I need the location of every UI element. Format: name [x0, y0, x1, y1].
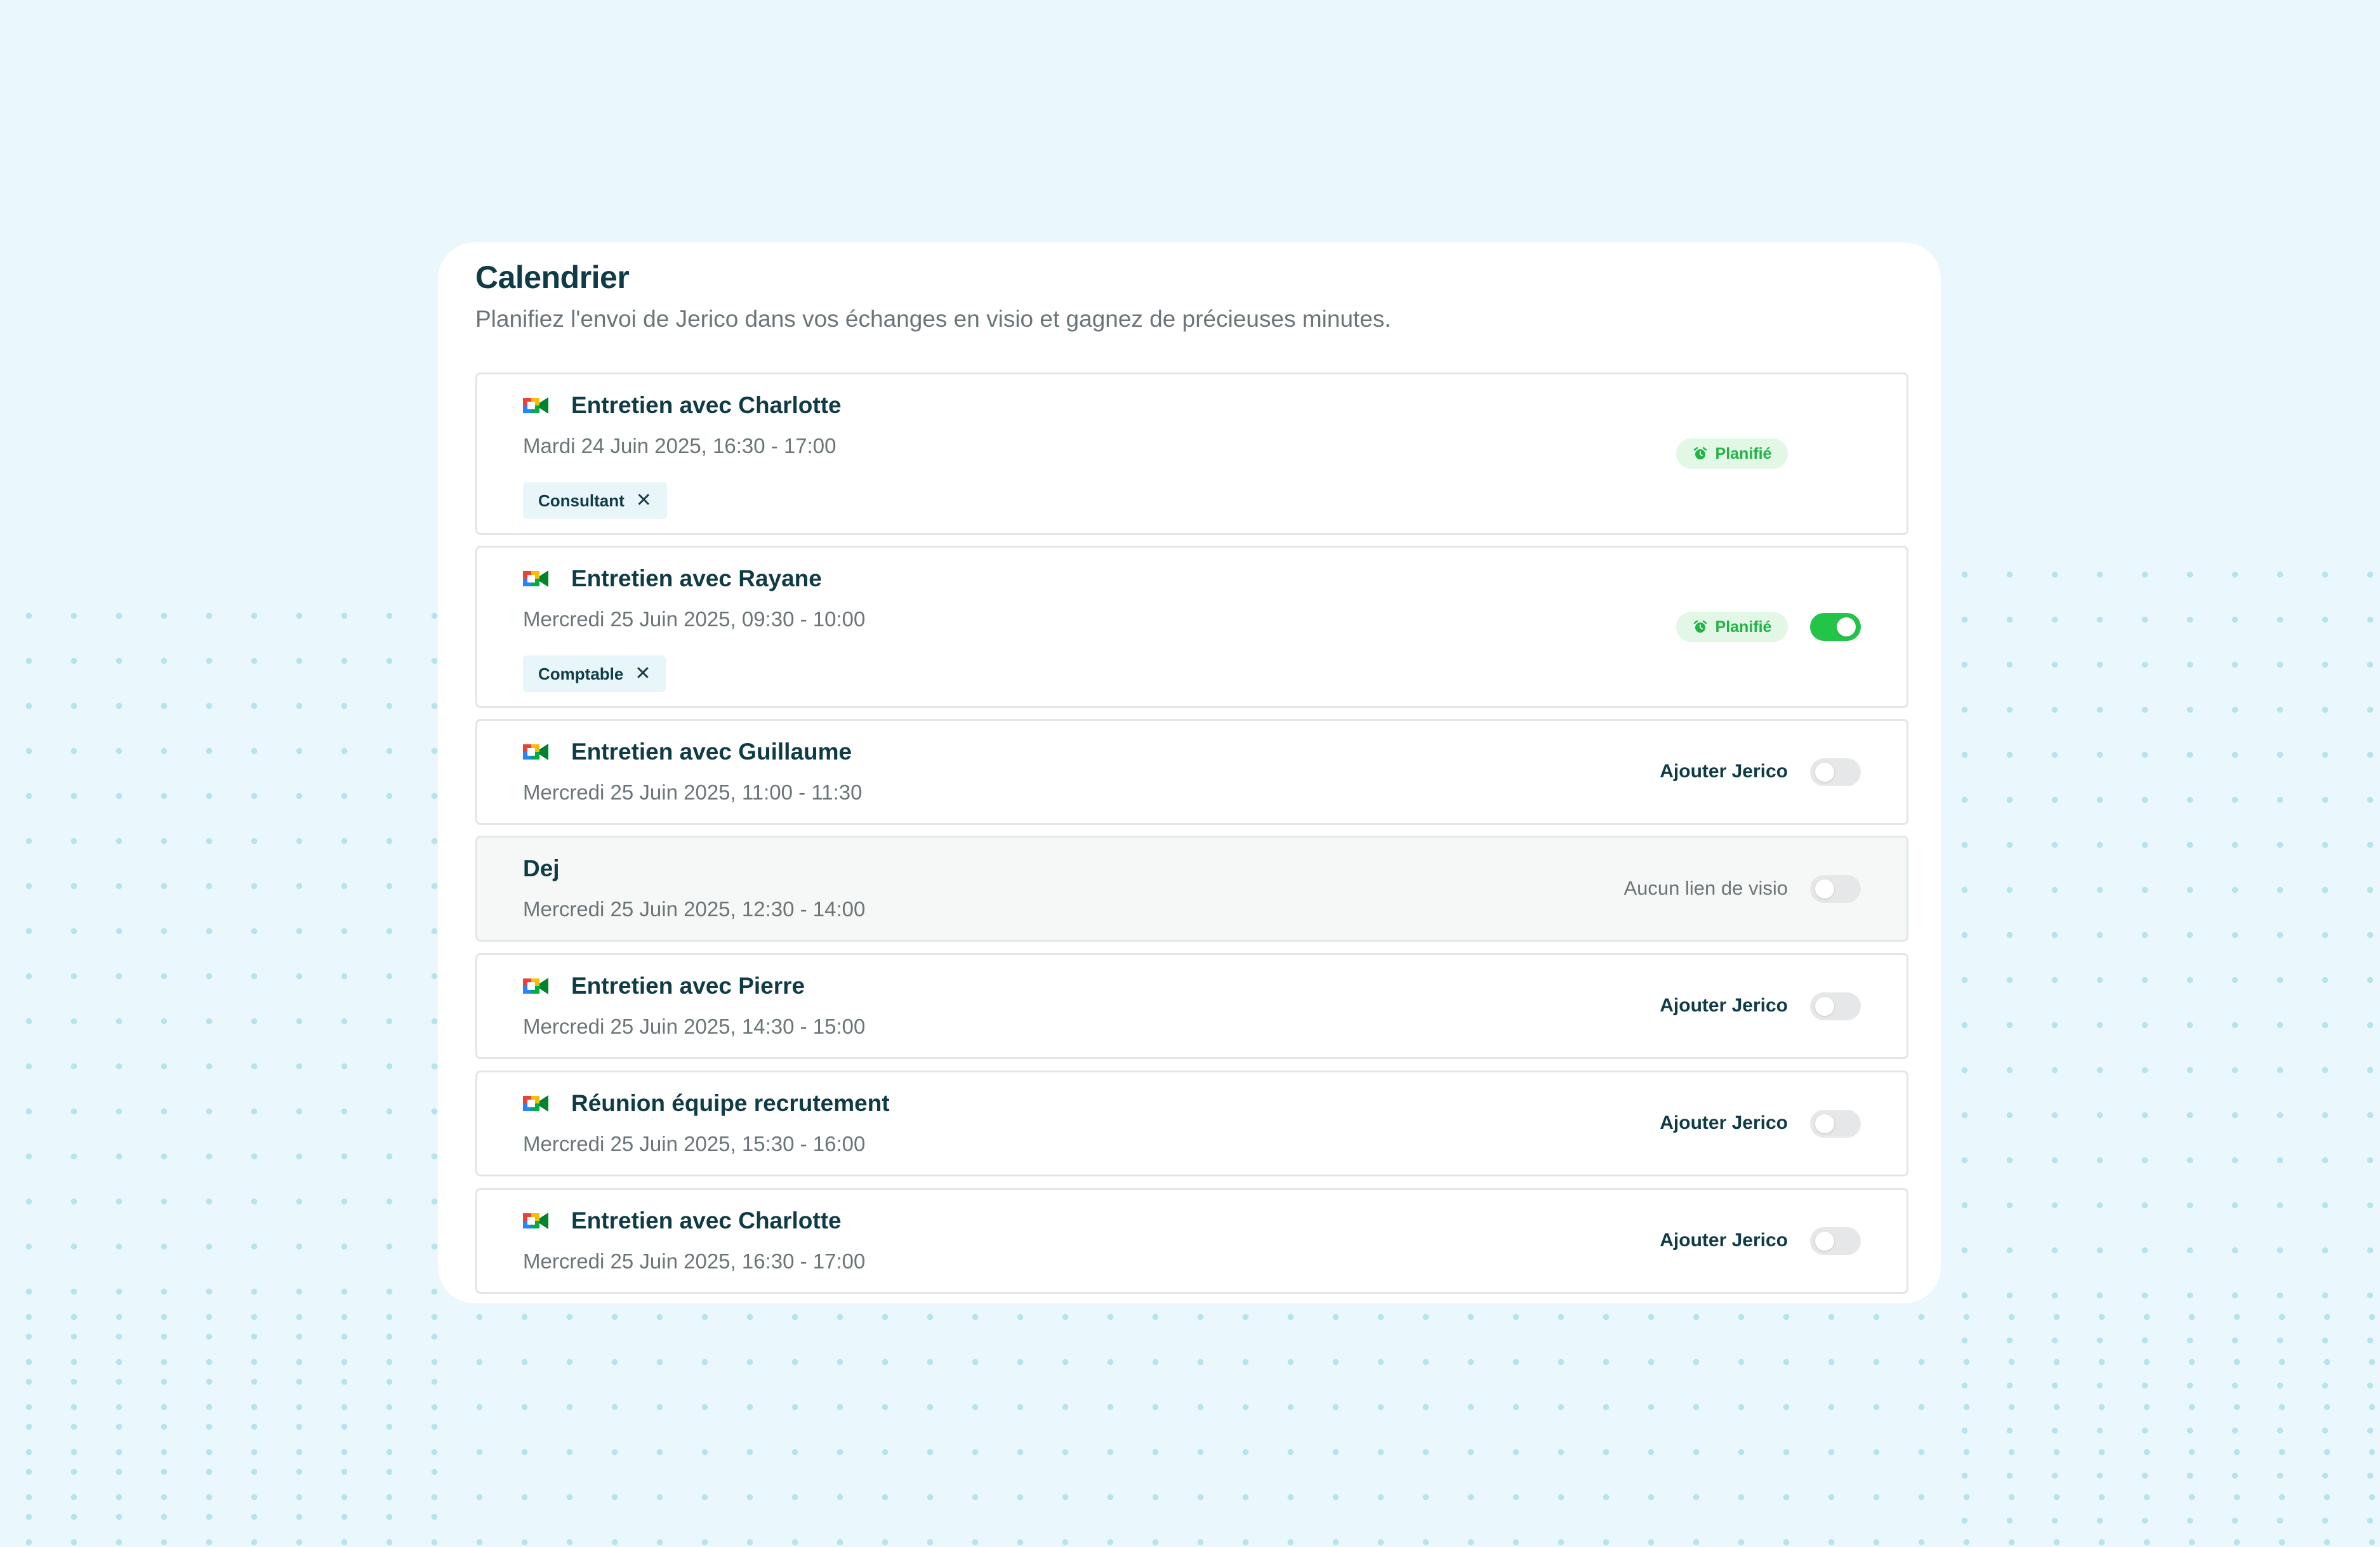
tag-label: Consultant — [538, 490, 625, 510]
event-date: Mardi 24 Juin 2025, 16:30 - 17:00 — [523, 434, 836, 458]
event-header: Dej — [523, 855, 560, 882]
event-header: Réunion équipe recrutement — [523, 1090, 890, 1117]
event-card[interactable]: Dej Mercredi 25 Juin 2025, 12:30 - 14:00… — [475, 836, 1908, 942]
google-meet-icon — [523, 744, 548, 760]
jerico-toggle[interactable] — [1810, 1110, 1861, 1138]
event-title: Entretien avec Rayane — [571, 565, 822, 591]
toggle-knob — [1815, 1114, 1834, 1133]
google-meet-icon — [523, 397, 548, 414]
event-date: Mercredi 25 Juin 2025, 14:30 - 15:00 — [523, 1015, 866, 1038]
add-jerico-label: Ajouter Jerico — [1660, 761, 1788, 782]
event-date: Mercredi 25 Juin 2025, 15:30 - 16:00 — [523, 1132, 866, 1155]
event-date: Mercredi 25 Juin 2025, 09:30 - 10:00 — [523, 607, 866, 631]
toggle-knob — [1815, 997, 1834, 1016]
page-title: Calendrier — [475, 260, 630, 295]
close-icon[interactable]: ✕ — [635, 664, 651, 683]
google-meet-icon — [523, 570, 548, 587]
google-meet-icon — [523, 978, 548, 994]
event-title: Entretien avec Charlotte — [571, 392, 842, 418]
event-title: Entretien avec Guillaume — [571, 739, 852, 765]
event-header: Entretien avec Pierre — [523, 973, 805, 999]
event-header: Entretien avec Charlotte — [523, 392, 842, 419]
alarm-clock-icon — [1693, 447, 1707, 459]
event-card[interactable]: Entretien avec Guillaume Mercredi 25 Jui… — [475, 719, 1908, 825]
event-date: Mercredi 25 Juin 2025, 12:30 - 14:00 — [523, 897, 866, 921]
calendar-card: Calendrier Planifiez l'envoi de Jerico d… — [438, 242, 1941, 1303]
event-card[interactable]: Entretien avec Pierre Mercredi 25 Juin 2… — [475, 953, 1908, 1059]
status-badge: Planifié — [1676, 612, 1788, 642]
event-header: Entretien avec Guillaume — [523, 739, 852, 765]
no-video-link-label: Aucun lien de visio — [1623, 877, 1788, 899]
role-tag: Consultant ✕ — [523, 482, 667, 519]
event-title: Dej — [523, 855, 560, 881]
event-card[interactable]: Réunion équipe recrutement Mercredi 25 J… — [475, 1070, 1908, 1176]
event-card[interactable]: Entretien avec Charlotte Mardi 24 Juin 2… — [475, 372, 1908, 535]
jerico-toggle[interactable] — [1810, 1227, 1861, 1255]
jerico-toggle[interactable] — [1810, 992, 1861, 1020]
status-badge: Planifié — [1676, 438, 1788, 469]
close-icon[interactable]: ✕ — [636, 491, 652, 510]
add-jerico-label: Ajouter Jerico — [1660, 1230, 1788, 1251]
alarm-clock-icon — [1693, 620, 1707, 633]
google-meet-icon — [523, 1095, 548, 1112]
event-title: Entretien avec Pierre — [571, 973, 805, 999]
tag-label: Comptable — [538, 664, 624, 683]
add-jerico-label: Ajouter Jerico — [1660, 995, 1788, 1016]
event-card[interactable]: Entretien avec Rayane Mercredi 25 Juin 2… — [475, 546, 1908, 708]
status-label: Planifié — [1715, 444, 1772, 463]
jerico-toggle[interactable] — [1810, 758, 1861, 786]
event-card[interactable]: Entretien avec Charlotte Mercredi 25 Jui… — [475, 1188, 1908, 1294]
toggle-knob — [1815, 1232, 1834, 1251]
page-subtitle: Planifiez l'envoi de Jerico dans vos éch… — [475, 306, 1391, 332]
status-label: Planifié — [1715, 617, 1772, 636]
event-title: Entretien avec Charlotte — [571, 1208, 842, 1234]
dot-pattern-bottom — [6, 1294, 2380, 1547]
google-meet-icon — [523, 1213, 548, 1229]
add-jerico-label: Ajouter Jerico — [1660, 1112, 1788, 1133]
role-tag: Comptable ✕ — [523, 655, 666, 692]
event-date: Mercredi 25 Juin 2025, 11:00 - 11:30 — [523, 780, 863, 804]
event-header: Entretien avec Rayane — [523, 565, 822, 592]
toggle-knob — [1815, 763, 1834, 782]
toggle-knob — [1815, 879, 1834, 899]
event-date: Mercredi 25 Juin 2025, 16:30 - 17:00 — [523, 1249, 866, 1273]
toggle-knob — [1837, 617, 1856, 636]
event-header: Entretien avec Charlotte — [523, 1208, 842, 1234]
jerico-toggle[interactable] — [1810, 613, 1861, 641]
event-title: Réunion équipe recrutement — [571, 1090, 890, 1116]
jerico-toggle[interactable] — [1810, 875, 1861, 903]
